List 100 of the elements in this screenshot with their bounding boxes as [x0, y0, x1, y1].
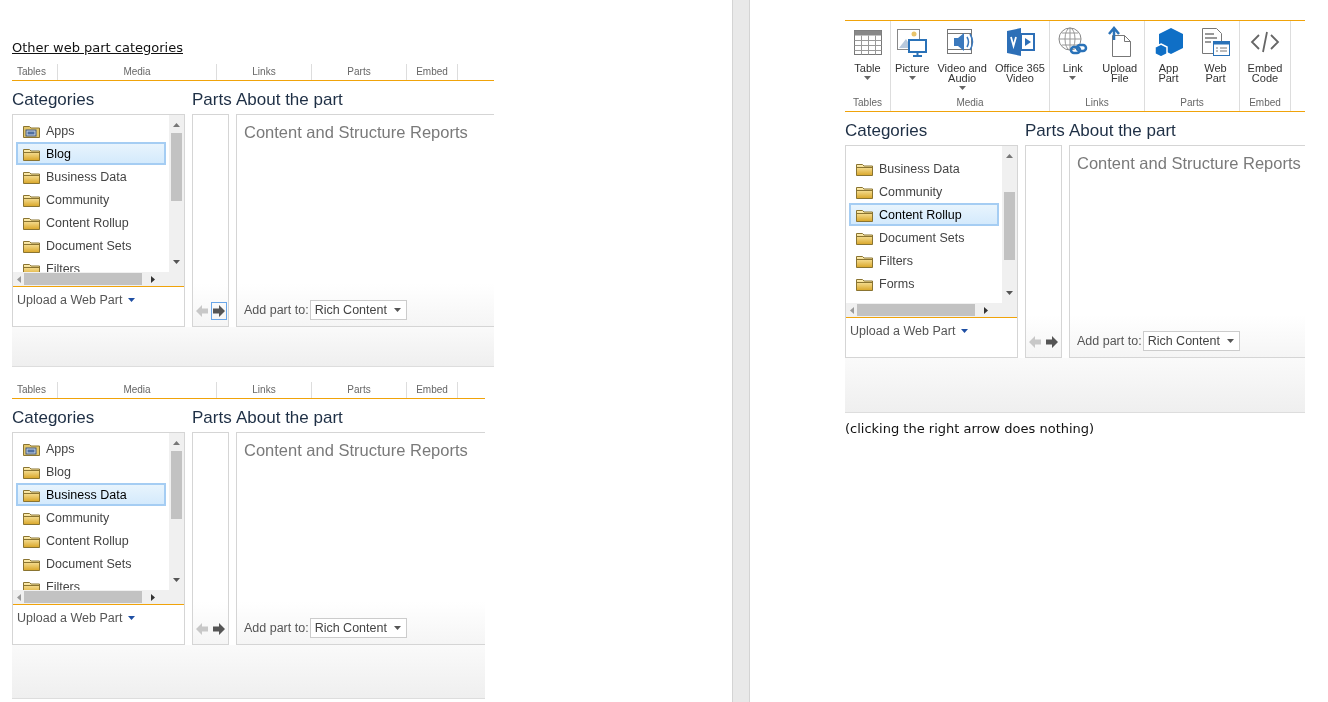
group-label: Tables: [12, 64, 58, 80]
section-title: Parts: [192, 90, 233, 110]
upload-web-part-menu[interactable]: Upload a Web Part: [17, 611, 136, 625]
folder-icon: [23, 146, 40, 161]
caret-icon: [128, 616, 136, 620]
ribbon-button[interactable]: Picture: [894, 26, 931, 95]
scroll-down-arrow-icon[interactable]: [173, 260, 180, 264]
scroll-up-arrow-icon[interactable]: [1006, 154, 1013, 158]
add-part-label: Add part to:: [1077, 334, 1142, 348]
folder-icon: [23, 192, 40, 207]
folder-icon: [856, 276, 873, 291]
scroll-left-arrow-icon[interactable]: [850, 306, 854, 314]
scroll-left-arrow-icon[interactable]: [17, 275, 21, 283]
section-title: Categories: [12, 90, 96, 110]
section-title: About the part: [236, 408, 343, 428]
ribbon-button[interactable]: Link: [1055, 26, 1090, 95]
folder-icon: [856, 161, 873, 176]
group-label: Links: [217, 64, 312, 80]
category-item[interactable]: Business Data: [16, 165, 166, 188]
folder-icon: [856, 184, 873, 199]
category-item[interactable]: Community: [16, 188, 166, 211]
group-label: Media: [58, 64, 217, 80]
folder-icon: [23, 169, 40, 184]
next-arrow-button[interactable]: [1044, 333, 1060, 351]
scroll-down-arrow-icon[interactable]: [1006, 291, 1013, 295]
group-label: Embed: [1248, 96, 1282, 110]
group-label: Tables: [12, 382, 58, 398]
next-arrow-button[interactable]: [211, 620, 227, 638]
part-name: Content and Structure Reports: [244, 441, 469, 460]
ribbon-button[interactable]: Embed Code: [1246, 26, 1284, 95]
category-item[interactable]: Forms: [849, 272, 999, 295]
vertical-scrollbar[interactable]: [169, 115, 184, 272]
group-label: Parts: [1179, 96, 1205, 110]
category-item[interactable]: Apps: [16, 437, 166, 460]
category-item[interactable]: Community: [16, 506, 166, 529]
target-dropdown[interactable]: Rich Content: [1142, 331, 1240, 351]
scroll-down-arrow-icon[interactable]: [173, 578, 180, 582]
caret-icon: [128, 298, 136, 302]
caption-text: (clicking the right arrow does nothing): [845, 421, 1096, 436]
ribbon-button[interactable]: Web Part: [1198, 26, 1233, 95]
caret-icon: [393, 626, 401, 630]
category-item[interactable]: Apps: [16, 119, 166, 142]
upload-web-part-menu[interactable]: Upload a Web Part: [17, 293, 136, 307]
scroll-right-arrow-icon[interactable]: [984, 306, 988, 314]
part-name: Content and Structure Reports: [1077, 154, 1302, 173]
section-title: About the part: [1069, 121, 1176, 141]
category-item[interactable]: Document Sets: [849, 226, 999, 249]
category-item[interactable]: Filters: [849, 249, 999, 272]
folder-icon: [23, 215, 40, 230]
group-label: Tables: [852, 96, 883, 110]
next-arrow-button[interactable]: [211, 302, 227, 320]
group-label: Parts: [312, 64, 407, 80]
caret-icon: [1226, 339, 1234, 343]
scroll-up-arrow-icon[interactable]: [173, 441, 180, 445]
folder-icon: [23, 464, 40, 479]
group-label: Parts: [312, 382, 407, 398]
vertical-scrollbar[interactable]: [169, 433, 184, 590]
horizontal-scrollbar[interactable]: [13, 590, 184, 605]
horizontal-scrollbar[interactable]: [13, 272, 184, 287]
vertical-scrollbar[interactable]: [1002, 146, 1017, 303]
target-dropdown[interactable]: Rich Content: [309, 618, 407, 638]
ribbon-button[interactable]: Upload File: [1101, 26, 1139, 95]
caret-icon: [393, 308, 401, 312]
target-dropdown[interactable]: Rich Content: [309, 300, 407, 320]
horizontal-scrollbar[interactable]: [846, 303, 1017, 318]
folder-icon: [23, 533, 40, 548]
category-item[interactable]: Document Sets: [16, 552, 166, 575]
picture-icon: [896, 26, 929, 58]
caret-icon: [961, 329, 969, 333]
ribbon-button[interactable]: App Part: [1151, 26, 1186, 95]
scroll-right-arrow-icon[interactable]: [151, 593, 155, 601]
category-item[interactable]: Content Rollup: [849, 203, 999, 226]
section-link[interactable]: Other web part categories: [12, 40, 183, 55]
folder-icon: [856, 253, 873, 268]
group-label: Embed: [407, 64, 458, 80]
category-item[interactable]: Blog: [16, 142, 166, 165]
folder-icon: [856, 207, 873, 222]
scroll-left-arrow-icon[interactable]: [17, 593, 21, 601]
apps-folder-icon: [23, 123, 40, 138]
scroll-up-arrow-icon[interactable]: [173, 123, 180, 127]
category-item[interactable]: Document Sets: [16, 234, 166, 257]
ribbon-button[interactable]: Video and Audio: [936, 26, 988, 95]
category-item[interactable]: Business Data: [849, 157, 999, 180]
category-item[interactable]: Business Data: [16, 483, 166, 506]
scroll-right-arrow-icon[interactable]: [151, 275, 155, 283]
ribbon-button[interactable]: Table: [850, 26, 885, 95]
group-label: Links: [1084, 96, 1110, 110]
category-item[interactable]: Community: [849, 180, 999, 203]
section-title: Categories: [12, 408, 96, 428]
folder-icon: [23, 510, 40, 525]
category-item[interactable]: Content Rollup: [16, 529, 166, 552]
upload-web-part-menu[interactable]: Upload a Web Part: [850, 324, 969, 338]
app-part-icon: [1152, 26, 1185, 58]
folder-icon: [23, 487, 40, 502]
add-part-label: Add part to:: [244, 303, 309, 317]
part-name: Content and Structure Reports: [244, 123, 469, 142]
section-title: About the part: [236, 90, 343, 110]
ribbon-button[interactable]: Office 365 Video: [993, 26, 1046, 95]
category-item[interactable]: Blog: [16, 460, 166, 483]
category-item[interactable]: Content Rollup: [16, 211, 166, 234]
